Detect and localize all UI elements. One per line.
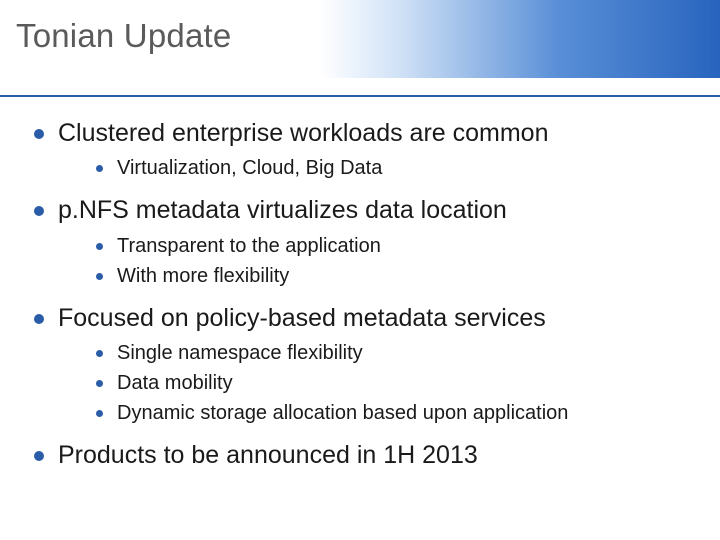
bullet-icon bbox=[34, 129, 44, 139]
bullet-icon bbox=[96, 273, 103, 280]
horizontal-rule bbox=[0, 95, 720, 97]
bullet-l2: Transparent to the application bbox=[96, 233, 700, 259]
bullet-text: Clustered enterprise workloads are commo… bbox=[58, 118, 549, 149]
bullet-text: Data mobility bbox=[117, 370, 233, 396]
bullet-icon bbox=[96, 410, 103, 417]
sub-bullet-group: Single namespace flexibility Data mobili… bbox=[96, 340, 700, 426]
bullet-l1: Clustered enterprise workloads are commo… bbox=[34, 118, 700, 149]
bullet-l1: Focused on policy-based metadata service… bbox=[34, 303, 700, 334]
bullet-l1: Products to be announced in 1H 2013 bbox=[34, 440, 700, 471]
bullet-icon bbox=[96, 165, 103, 172]
content-area: Clustered enterprise workloads are commo… bbox=[34, 118, 700, 477]
bullet-text: Single namespace flexibility bbox=[117, 340, 363, 366]
bullet-l2: Dynamic storage allocation based upon ap… bbox=[96, 400, 700, 426]
bullet-l2: Data mobility bbox=[96, 370, 700, 396]
title-bar: Tonian Update bbox=[0, 0, 720, 78]
bullet-icon bbox=[96, 350, 103, 357]
bullet-text: With more flexibility bbox=[117, 263, 289, 289]
bullet-icon bbox=[34, 314, 44, 324]
bullet-icon bbox=[96, 380, 103, 387]
bullet-l1: p.NFS metadata virtualizes data location bbox=[34, 195, 700, 226]
bullet-text: Virtualization, Cloud, Big Data bbox=[117, 155, 382, 181]
bullet-l2: With more flexibility bbox=[96, 263, 700, 289]
bullet-text: Transparent to the application bbox=[117, 233, 381, 259]
bullet-text: Dynamic storage allocation based upon ap… bbox=[117, 400, 568, 426]
bullet-text: Focused on policy-based metadata service… bbox=[58, 303, 546, 334]
bullet-icon bbox=[34, 451, 44, 461]
sub-bullet-group: Virtualization, Cloud, Big Data bbox=[96, 155, 700, 181]
sub-bullet-group: Transparent to the application With more… bbox=[96, 233, 700, 289]
bullet-icon bbox=[96, 243, 103, 250]
bullet-l2: Single namespace flexibility bbox=[96, 340, 700, 366]
slide-title: Tonian Update bbox=[16, 17, 720, 55]
bullet-text: Products to be announced in 1H 2013 bbox=[58, 440, 478, 471]
bullet-text: p.NFS metadata virtualizes data location bbox=[58, 195, 507, 226]
bullet-icon bbox=[34, 206, 44, 216]
bullet-l2: Virtualization, Cloud, Big Data bbox=[96, 155, 700, 181]
